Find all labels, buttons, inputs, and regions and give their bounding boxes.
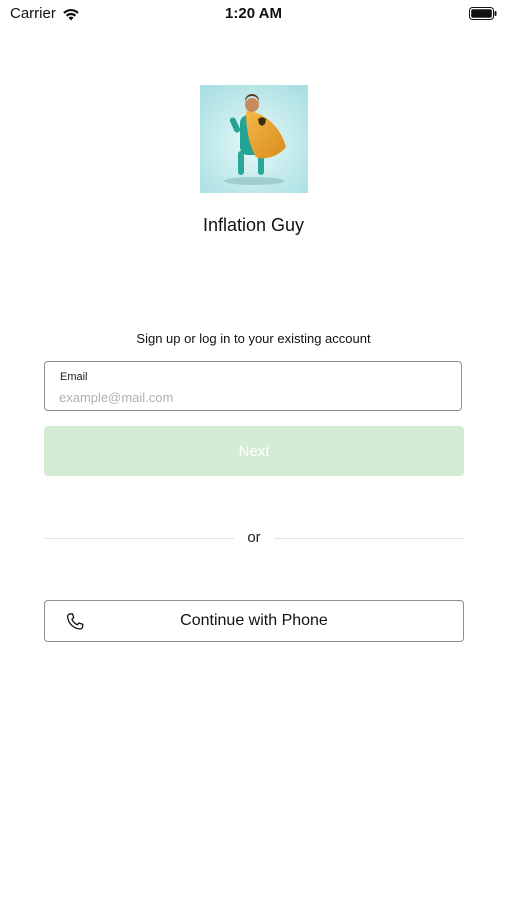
app-logo bbox=[200, 85, 308, 193]
auth-subtitle: Sign up or log in to your existing accou… bbox=[136, 331, 371, 346]
status-time: 1:20 AM bbox=[225, 5, 282, 22]
continue-with-phone-button[interactable]: Continue with Phone bbox=[44, 600, 464, 642]
email-label: Email bbox=[60, 371, 88, 383]
or-divider: or bbox=[44, 528, 464, 548]
superhero-logo bbox=[200, 85, 308, 193]
continue-with-phone-label: Continue with Phone bbox=[180, 612, 328, 629]
next-button[interactable]: Next bbox=[44, 426, 464, 476]
battery-icon bbox=[469, 7, 497, 20]
phone-icon bbox=[67, 613, 84, 630]
divider-line-right bbox=[274, 538, 464, 539]
next-button-label: Next bbox=[238, 442, 270, 460]
app-name: Inflation Guy bbox=[202, 215, 305, 235]
status-bar: Carrier 1:20 AM bbox=[0, 0, 507, 28]
email-input[interactable] bbox=[59, 388, 439, 406]
email-field[interactable]: Email bbox=[44, 361, 462, 411]
